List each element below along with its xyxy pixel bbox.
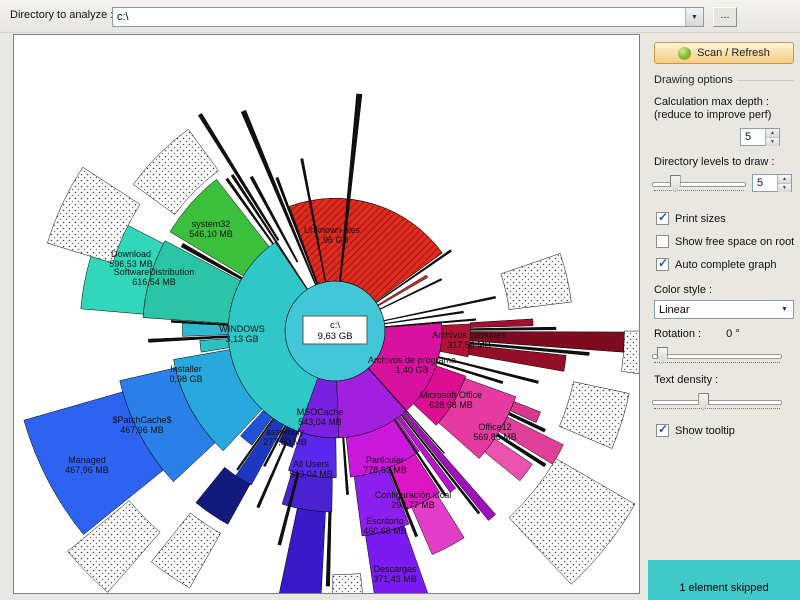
checkbox-box[interactable] [656,235,669,248]
show-tooltip-checkbox[interactable]: Show tooltip [656,422,735,437]
sunburst-segment[interactable] [508,458,636,585]
spin-up-icon[interactable]: ▲ [778,175,791,184]
checkbox-label: Show free space on root [675,235,795,248]
segment-label: Descargas 371,43 MB [373,564,417,584]
sunburst-segment[interactable] [469,318,534,328]
segment-label: Installer 0,98 GB [169,364,202,384]
checkbox-box[interactable] [656,256,669,271]
status-text: 1 element skipped [679,582,769,594]
color-style-value[interactable]: Linear [655,304,776,316]
print-sizes-checkbox[interactable]: Print sizes [656,210,726,225]
segment-label: Office12 569,86 MB [473,422,517,442]
segment-label: Managed 467,96 MB [65,455,109,475]
scan-refresh-label: Scan / Refresh [697,47,770,59]
slider-ticks [654,362,780,363]
checkbox-label: Show tooltip [675,424,735,437]
levels-label: Directory levels to draw : [654,156,775,168]
levels-spin-buttons: ▲ ▼ [777,175,791,192]
calc-depth-spinner[interactable]: 5 ▲ ▼ [740,128,780,146]
drawing-options-section: Drawing options [654,74,794,86]
text-density-label: Text density : [654,374,719,386]
checkbox-box[interactable] [656,210,669,225]
slider-track [652,354,782,359]
rotation-slider[interactable] [650,346,784,366]
calc-depth-label: Calculation max depth : [654,96,769,108]
sunburst-segment[interactable] [325,511,332,587]
sunburst-segment[interactable] [500,253,572,310]
sunburst-segment[interactable] [383,296,496,322]
chart-canvas: c:\ 9,63 GB system32 546,10 MB Download 596,5… [13,34,640,594]
directory-label: Directory to analyze : [10,9,114,21]
browse-button[interactable]: ... [713,7,737,27]
auto-complete-graph-checkbox[interactable]: Auto complete graph [656,256,777,271]
rotation-row: Rotation : 0 ° [654,328,740,340]
status-box: 1 element skipped [648,560,800,600]
color-style-combobox[interactable]: Linear ▼ [654,300,794,319]
scan-icon [678,46,692,60]
directory-levels-slider[interactable] [650,174,748,194]
scan-refresh-button[interactable]: Scan / Refresh [654,42,794,64]
color-style-label: Color style : [654,284,713,296]
spin-down-icon[interactable]: ▼ [766,138,779,146]
slider-track [652,400,782,405]
spin-up-icon[interactable]: ▲ [766,129,779,138]
options-panel: Scan / Refresh Drawing options Calculati… [648,34,800,600]
slider-ticks [654,190,744,191]
dropdown-arrow-icon[interactable]: ▼ [776,301,793,318]
segment-label: Download 596,53 MB [109,249,153,269]
segment-label: Particular 778,63 MB [363,455,407,475]
checkbox-label: Print sizes [675,212,726,225]
checkbox-label: Auto complete graph [675,258,777,271]
sunburst-segment[interactable] [509,401,541,423]
rotation-label: Rotation : [654,328,702,340]
calc-depth-value[interactable]: 5 [741,129,765,145]
toolbar: Directory to analyze : c:\ ▼ ... [0,0,800,33]
spin-down-icon[interactable]: ▼ [778,184,791,192]
levels-spinner[interactable]: 5 ▲ ▼ [752,174,792,192]
rotation-value: 0 ° [726,328,740,340]
segment-label: assembly 277,50 MB [263,427,307,447]
sunburst-segment[interactable] [559,381,630,449]
segment-label: MSOCache 543,04 MB [297,407,344,427]
slider-ticks [654,408,780,409]
directory-path-value[interactable]: c:\ [113,11,685,23]
segment-label: system32 546,10 MB [189,219,233,239]
sunburst-segment[interactable] [621,330,639,379]
sunburst-segment[interactable] [150,512,221,589]
calc-depth-sublabel: (reduce to improve perf) [654,109,772,121]
show-free-space-checkbox[interactable]: Show free space on root [656,235,794,248]
text-density-slider[interactable] [650,392,784,412]
segment-label: Escritorio 460,68 MB [363,516,407,536]
app-window: Directory to analyze : c:\ ▼ ... c:\ 9,63… [0,0,800,600]
drawing-options-title: Drawing options [654,74,733,86]
levels-value[interactable]: 5 [753,175,777,191]
segment-label: WINDOWS 3,13 GB [219,324,265,344]
section-divider [736,79,794,81]
calc-depth-spin-buttons: ▲ ▼ [765,129,779,146]
slider-track [652,182,746,187]
dropdown-arrow-icon[interactable]: ▼ [685,8,703,26]
directory-combobox[interactable]: c:\ ▼ [112,7,704,27]
checkbox-box[interactable] [656,422,669,437]
sunburst-segment[interactable] [270,507,326,593]
segment-label: All Users 543,04 MB [289,459,333,479]
sunburst-chart: c:\ 9,63 GBsystem32 546,10 MBDownload 596,5… [23,93,639,594]
sunburst-segment[interactable] [332,573,367,594]
segment-label: $PatchCache$ 467,96 MB [112,415,171,435]
